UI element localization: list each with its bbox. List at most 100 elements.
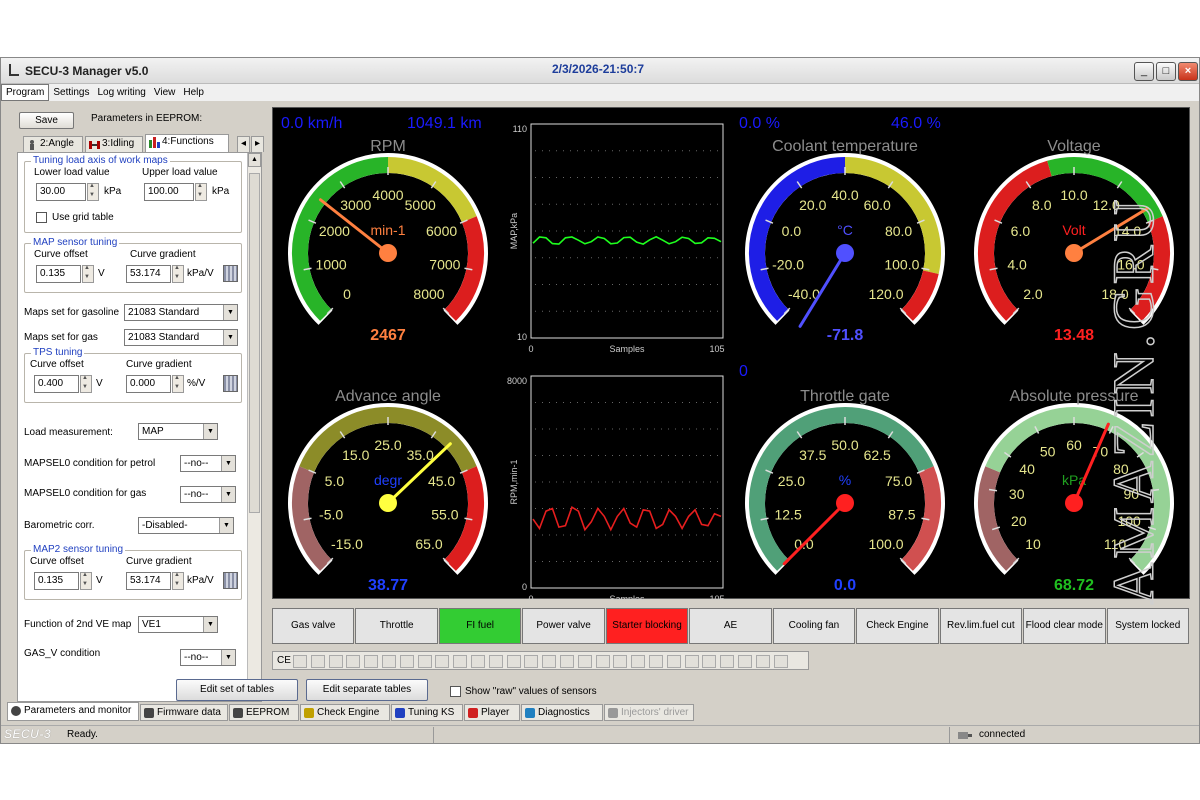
raw-values-label: Show "raw" values of sensors xyxy=(465,686,597,697)
maps-gas-value: 21083 Standard xyxy=(128,332,200,343)
indicator-flood-clear-mode: Flood clear mode xyxy=(1023,608,1106,644)
menu-help[interactable]: Help xyxy=(179,85,208,100)
map2-offset-spinner[interactable] xyxy=(80,572,92,590)
tps-gradient-input[interactable]: 0.000 xyxy=(126,375,171,393)
tab-idling[interactable]: 3:Idling xyxy=(85,136,143,152)
map-offset-spinner[interactable] xyxy=(82,265,94,283)
map2-offset-unit: V xyxy=(96,575,103,586)
scroll-thumb[interactable] xyxy=(249,173,260,513)
menu-view[interactable]: View xyxy=(150,85,180,100)
ce-error-cell xyxy=(613,655,628,668)
ve2-select[interactable]: VE1 ▼ xyxy=(138,616,218,633)
chart-ytick-label: 10 xyxy=(517,332,527,342)
chevron-down-icon: ▼ xyxy=(221,650,235,665)
edit-separate-tables-button[interactable]: Edit separate tables xyxy=(306,679,428,701)
lower-load-input[interactable]: 30.00 xyxy=(36,183,86,201)
tab-scroll-right[interactable]: ▸ xyxy=(251,136,264,152)
mapsel-gas-select[interactable]: --no-- ▼ xyxy=(180,486,236,503)
map2-gradient-input[interactable]: 53.174 xyxy=(126,572,171,590)
mapsel-petrol-value: --no-- xyxy=(184,458,209,469)
raw-values-checkbox[interactable] xyxy=(450,686,461,697)
tab-diagnostics[interactable]: Diagnostics xyxy=(521,704,603,721)
map-gradient-input[interactable]: 53.174 xyxy=(126,265,171,283)
load-measurement-value: MAP xyxy=(142,426,164,437)
load-axis-title: Tuning load axis of work maps xyxy=(31,155,170,166)
tab-eeprom[interactable]: EEPROM xyxy=(229,704,299,721)
map2-offset-label: Curve offset xyxy=(30,556,84,567)
map-gradient-spinner[interactable] xyxy=(172,265,184,283)
gauge-tick-label: 6000 xyxy=(426,223,457,239)
use-grid-label: Use grid table xyxy=(52,212,114,223)
param-tabs: 2:Angle 3:Idling 4:Functions ◂ ▸ xyxy=(17,134,264,152)
lower-load-unit: kPa xyxy=(104,186,122,197)
app-icon xyxy=(9,64,19,76)
maps-gasoline-select[interactable]: 21083 Standard ▼ xyxy=(124,304,238,321)
map-gradient-label: Curve gradient xyxy=(130,249,196,260)
gasv-select[interactable]: --no-- ▼ xyxy=(180,649,236,666)
menu-program[interactable]: Program xyxy=(1,84,50,101)
panel-scrollbar[interactable]: ▲ ▼ xyxy=(247,153,261,701)
tab-scroll-left[interactable]: ◂ xyxy=(237,136,250,152)
upper-load-spinner[interactable] xyxy=(195,183,207,201)
secu3-link[interactable]: http://secu-3.org xyxy=(56,690,128,701)
maps-gasoline-value: 21083 Standard xyxy=(128,307,200,318)
barometric-select[interactable]: -Disabled- ▼ xyxy=(138,517,234,534)
maximize-button[interactable]: □ xyxy=(1156,62,1176,81)
scroll-up-arrow[interactable]: ▲ xyxy=(248,153,261,167)
use-grid-checkbox[interactable] xyxy=(36,212,47,223)
tps-offset-spinner[interactable] xyxy=(80,375,92,393)
barometric-label: Barometric corr. xyxy=(24,520,95,531)
watermark-text: AMAZIN.GRU xyxy=(1108,196,1166,605)
menu-log-writing[interactable]: Log writing xyxy=(94,85,150,100)
tab-tuning-ks[interactable]: Tuning KS xyxy=(391,704,463,721)
close-button[interactable]: × xyxy=(1178,62,1198,81)
lower-load-spinner[interactable] xyxy=(87,183,99,201)
gauge-tick-label: 62.5 xyxy=(864,447,891,463)
chart-ytick-label: 8000 xyxy=(507,376,527,386)
tab-functions[interactable]: 4:Functions xyxy=(145,134,229,152)
upper-load-input[interactable]: 100.00 xyxy=(144,183,194,201)
chevron-down-icon: ▼ xyxy=(219,518,233,533)
save-button[interactable]: Save xyxy=(19,112,74,129)
ce-error-cell xyxy=(435,655,450,668)
tab-firmware-data[interactable]: Firmware data xyxy=(140,704,228,721)
minimize-button[interactable]: _ xyxy=(1134,62,1154,81)
dashboard-canvas: 0.0 km/h 1049.1 km 0.0 % 46.0 % 0 010002… xyxy=(281,115,1174,604)
ce-error-cell xyxy=(738,655,752,668)
indicator-ae: AE xyxy=(689,608,772,644)
map2-calculator-icon[interactable] xyxy=(223,572,238,589)
map-calculator-icon[interactable] xyxy=(223,265,238,282)
gauges-layer: 010002000300040005000600070008000RPMmin-… xyxy=(288,138,1174,594)
gauge-tick-label: 5000 xyxy=(405,197,436,213)
map2-offset-input[interactable]: 0.135 xyxy=(34,572,79,590)
ce-error-cell xyxy=(666,655,681,668)
indicator-rev-lim-fuel-cut: Rev.lim.fuel cut xyxy=(939,608,1023,644)
load-measurement-select[interactable]: MAP ▼ xyxy=(138,423,218,440)
gauge-tick-label: 50.0 xyxy=(831,437,858,453)
mapsel-petrol-select[interactable]: --no-- ▼ xyxy=(180,455,236,472)
chart-xlabel: Samples xyxy=(609,594,645,600)
tab-player[interactable]: Player xyxy=(464,704,520,721)
status-separator xyxy=(433,727,434,743)
tab-label: Firmware data xyxy=(157,707,221,718)
tab-check-engine[interactable]: Check Engine xyxy=(300,704,390,721)
eeprom-icon xyxy=(233,708,243,718)
tps-offset-input[interactable]: 0.400 xyxy=(34,375,79,393)
map-offset-input[interactable]: 0.135 xyxy=(36,265,81,283)
gasv-value: --no-- xyxy=(184,652,209,663)
edit-set-tables-button[interactable]: Edit set of tables xyxy=(176,679,298,701)
menu-settings[interactable]: Settings xyxy=(49,85,93,100)
ce-error-cell xyxy=(755,655,770,668)
maps-gas-select[interactable]: 21083 Standard ▼ xyxy=(124,329,238,346)
tps-gradient-spinner[interactable] xyxy=(172,375,184,393)
map2-gradient-spinner[interactable] xyxy=(172,572,184,590)
ce-error-cell xyxy=(702,655,717,668)
tab-injectors-driver[interactable]: Injectors' driver xyxy=(604,704,694,721)
gauge-tick-label: 75.0 xyxy=(885,473,912,489)
tps-calculator-icon[interactable] xyxy=(223,375,238,392)
ve2-value: VE1 xyxy=(142,619,161,630)
ce-error-cell xyxy=(577,655,592,668)
chevron-down-icon: ▼ xyxy=(223,305,237,320)
tab-parameters-and-monitor[interactable]: Parameters and monitor xyxy=(7,702,139,721)
tab-angle[interactable]: 2:Angle xyxy=(23,136,83,152)
